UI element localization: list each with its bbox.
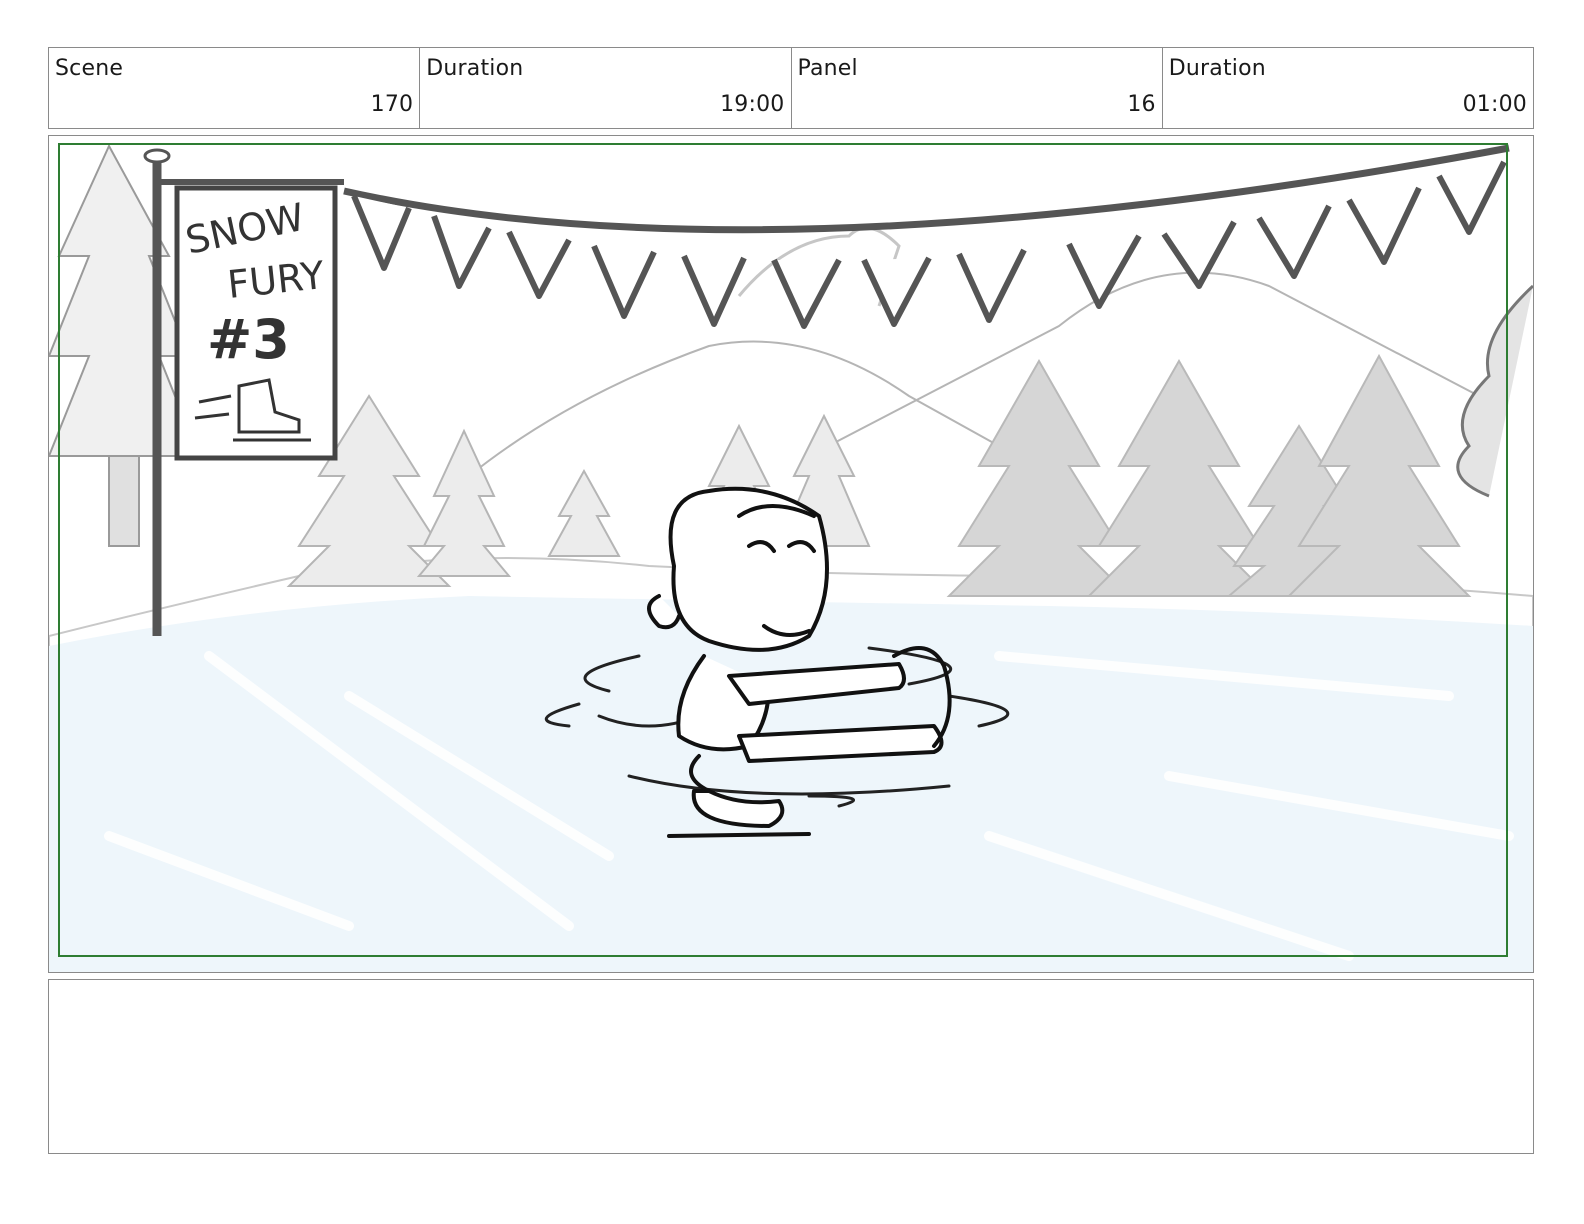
scene-duration-label: Duration [426, 56, 524, 81]
panel-notes-box[interactable] [48, 979, 1534, 1154]
ice-rink [49, 596, 1533, 972]
panel-duration-value: 01:00 [1462, 92, 1527, 117]
panel-cell: Panel 16 [792, 48, 1163, 128]
scene-label: Scene [55, 56, 124, 81]
panel-label: Panel [797, 56, 858, 81]
scene-number: 170 [370, 92, 414, 117]
panel-drawing: SNOW FURY #3 [49, 136, 1533, 972]
scene-cell: Scene 170 [49, 48, 421, 128]
panel-info-header: Scene 170 Duration 19:00 Panel 16 Durati… [48, 47, 1534, 129]
sign-text-line3: #3 [207, 308, 290, 371]
scene-duration-value: 19:00 [720, 92, 785, 117]
scene-duration-cell: Duration 19:00 [420, 48, 792, 128]
flag-pole-top [143, 148, 171, 164]
storyboard-panel-image: SNOW FURY #3 [48, 135, 1534, 973]
panel-duration-cell: Duration 01:00 [1163, 48, 1533, 128]
panel-duration-label: Duration [1168, 56, 1266, 81]
panel-number: 16 [1127, 92, 1156, 117]
